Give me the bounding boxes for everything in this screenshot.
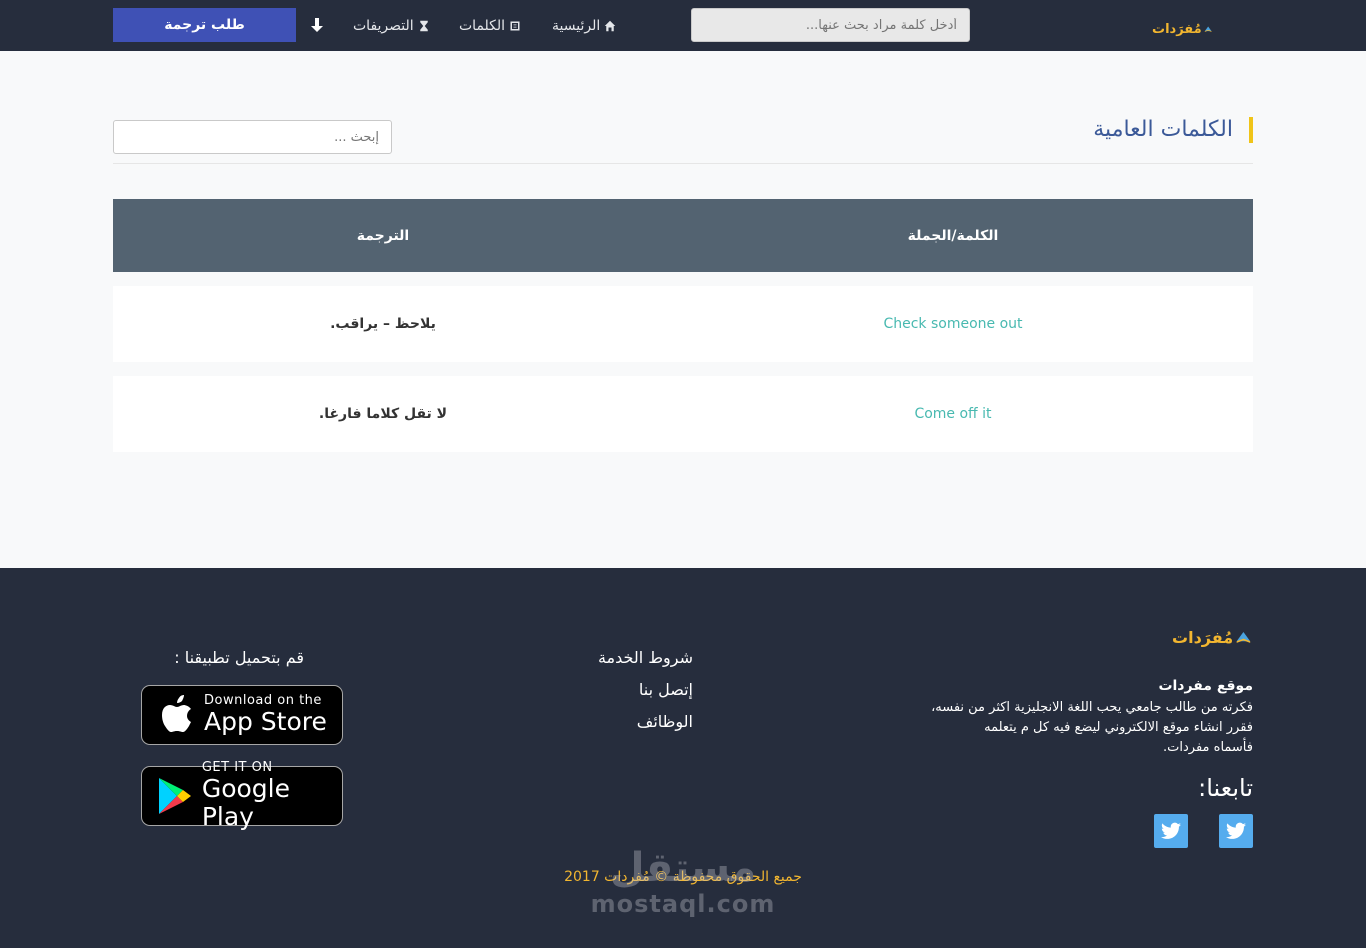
book-logo-icon — [1236, 631, 1251, 643]
twitter-icon — [1161, 822, 1181, 839]
table-row: Come off it لا تقل كلاما فارغا. — [113, 376, 1253, 452]
footer-logo[interactable]: مُفرَدات — [1172, 624, 1252, 650]
google-play-button[interactable]: GET IT ON Google Play — [141, 761, 343, 831]
nav-download-button[interactable] — [310, 17, 324, 33]
google-play-icon — [156, 776, 194, 816]
footer-link-contact[interactable]: إتصل بنا — [540, 680, 693, 699]
google-play-small-text: GET IT ON — [201, 760, 273, 775]
book-logo-icon — [1204, 26, 1212, 32]
nav-home-link[interactable]: الرئيسية — [552, 0, 616, 51]
column-header-word: الكلمة/الجملة — [907, 227, 999, 244]
about-title: موقع مفردات — [1158, 678, 1253, 694]
top-navbar: مُفرَدات الرئيسية الكلمات التصريفات طلب … — [0, 0, 1366, 51]
twitter-button[interactable] — [1219, 814, 1253, 848]
app-store-small-text: Download on the — [204, 693, 322, 708]
hourglass-icon — [419, 20, 428, 31]
table-search-input[interactable] — [113, 120, 392, 154]
main-content: الكلمات العامية الكلمة/الجملة الترجمة Ch… — [0, 51, 1366, 568]
app-store-big-text: App Store — [204, 707, 327, 736]
app-store-button[interactable]: Download on the App Store — [141, 685, 343, 745]
nav-search-input[interactable] — [691, 8, 970, 42]
translation-text: لا تقل كلاما فارغا. — [318, 406, 448, 422]
nav-conjugations-link[interactable]: التصريفات — [353, 0, 430, 51]
footer-link-jobs[interactable]: الوظائف — [540, 712, 693, 731]
arrow-down-icon — [311, 18, 323, 32]
watermark-latin: mostaql.com — [590, 890, 776, 918]
about-text: فكرته من طالب جامعي يحب اللغة الانجليزية… — [880, 698, 1253, 758]
word-link[interactable]: Check someone out — [683, 286, 1223, 362]
site-logo[interactable]: مُفرَدات — [1152, 18, 1212, 40]
table-header: الكلمة/الجملة الترجمة — [113, 199, 1253, 272]
word-link[interactable]: Come off it — [683, 376, 1223, 452]
footer-link-terms[interactable]: شروط الخدمة — [540, 648, 693, 667]
footer-logo-text: مُفرَدات — [1172, 627, 1234, 647]
about-line: فأسماه مفردات. — [1163, 740, 1253, 755]
about-line: فكرته من طالب جامعي يحب اللغة الانجليزية… — [931, 700, 1253, 715]
column-header-translation: الترجمة — [356, 227, 410, 244]
nav-conjugations-label: التصريفات — [353, 17, 414, 34]
site-footer: مُفرَدات موقع مفردات فكرته من طالب جامعي… — [0, 568, 1366, 948]
table-row: Check someone out يلاحظ – يراقب. — [113, 286, 1253, 362]
request-translation-button[interactable]: طلب ترجمة — [113, 8, 296, 42]
translation-text: يلاحظ – يراقب. — [330, 316, 436, 332]
copyright-text: جميع الحقوق محفوظة © مُفردات 2017 — [564, 869, 802, 885]
google-play-big-text: Google Play — [201, 774, 290, 831]
twitter-button[interactable] — [1154, 814, 1188, 848]
apple-icon — [156, 695, 196, 735]
about-line: فقرر انشاء موقع الالكتروني ليضع فيه كل م… — [984, 720, 1253, 735]
page-title: الكلمات العامية — [1060, 117, 1253, 143]
follow-title: تابعنا: — [1198, 774, 1253, 802]
nav-home-label: الرئيسية — [552, 17, 601, 34]
nav-words-label: الكلمات — [459, 17, 506, 34]
nav-words-link[interactable]: الكلمات — [459, 0, 521, 51]
logo-text: مُفرَدات — [1152, 21, 1202, 37]
home-icon — [604, 20, 616, 31]
twitter-icon — [1226, 822, 1246, 839]
translate-icon — [510, 21, 520, 30]
app-download-title: قم بتحميل تطبيقنا : — [174, 648, 304, 667]
title-divider — [113, 163, 1253, 164]
